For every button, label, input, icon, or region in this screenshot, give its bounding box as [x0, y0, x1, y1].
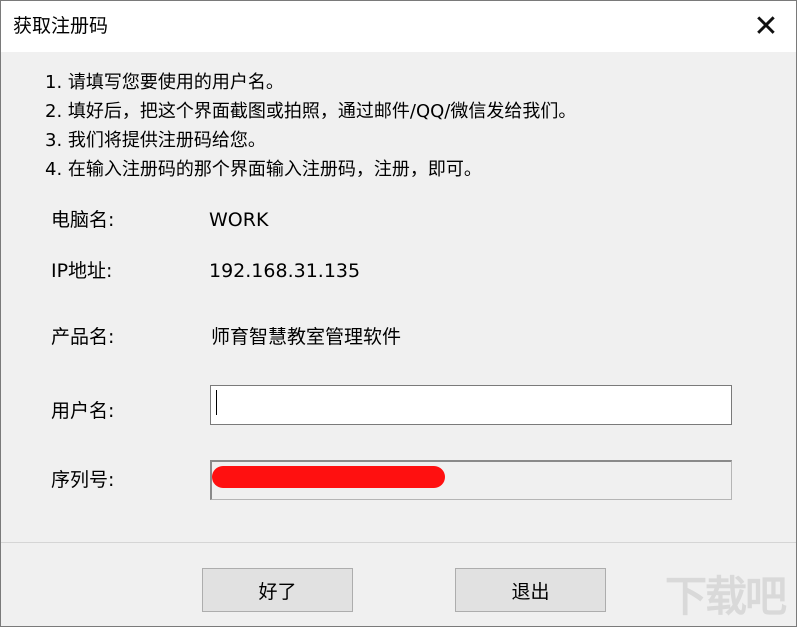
product-name-label: 产品名:	[51, 326, 115, 348]
instruction-line: 3. 我们将提供注册码给您。	[45, 130, 266, 151]
computer-name-value: WORK	[209, 209, 269, 231]
computer-name-label: 电脑名:	[51, 209, 115, 231]
product-name-value: 师育智慧教室管理软件	[211, 326, 402, 348]
serial-number-label: 序列号:	[51, 469, 115, 491]
exit-button[interactable]: 退出	[455, 568, 606, 612]
ip-address-label: IP地址:	[51, 260, 113, 282]
instruction-line: 2. 填好后，把这个界面截图或拍照，通过邮件/QQ/微信发给我们。	[45, 101, 577, 122]
username-label: 用户名:	[51, 400, 115, 422]
redaction-mark	[212, 466, 445, 488]
instruction-line: 1. 请填写您要使用的用户名。	[45, 72, 284, 93]
instructions-text: 1. 请填写您要使用的用户名。 2. 填好后，把这个界面截图或拍照，通过邮件/Q…	[45, 68, 765, 184]
close-button[interactable]: ✕	[736, 1, 796, 52]
username-input[interactable]	[210, 385, 732, 425]
close-icon: ✕	[753, 9, 779, 44]
register-code-dialog: 获取注册码 ✕ 1. 请填写您要使用的用户名。 2. 填好后，把这个界面截图或拍…	[0, 0, 797, 627]
ok-button[interactable]: 好了	[202, 568, 353, 612]
instruction-line: 4. 在输入注册码的那个界面输入注册码，注册，即可。	[45, 159, 482, 180]
title-bar: 获取注册码 ✕	[1, 1, 796, 52]
dialog-title: 获取注册码	[13, 15, 109, 37]
ip-address-value: 192.168.31.135	[209, 260, 361, 282]
text-caret	[216, 390, 217, 415]
footer-divider	[1, 542, 796, 543]
watermark-logo: 下载吧	[665, 572, 787, 621]
